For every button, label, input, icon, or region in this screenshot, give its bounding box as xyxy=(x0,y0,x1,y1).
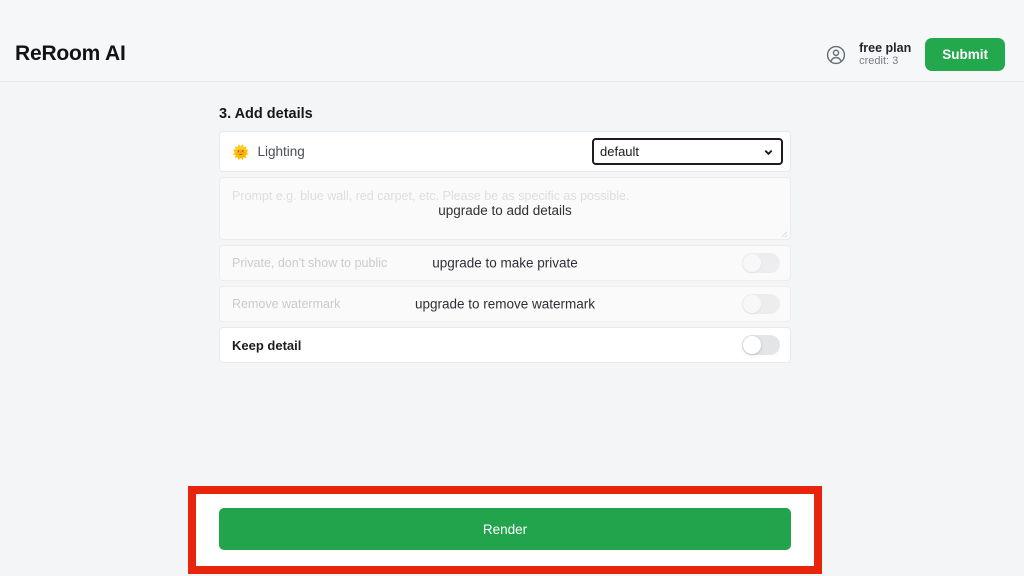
keep-detail-switch[interactable] xyxy=(742,335,780,355)
lighting-select-wrap: default xyxy=(592,138,783,165)
watermark-toggle-knob xyxy=(743,295,761,313)
watermark-toggle-label: Remove watermark xyxy=(232,297,341,311)
lighting-label-group: 🌞 Lighting xyxy=(232,144,305,159)
private-toggle-label: Private, don't show to public xyxy=(232,256,388,270)
page-title: 3. Add details xyxy=(219,106,313,122)
keep-detail-toggle-row: Keep detail xyxy=(219,327,791,363)
private-toggle-switch[interactable] xyxy=(742,253,780,273)
submit-button[interactable]: Submit xyxy=(925,38,1005,71)
render-button[interactable]: Render xyxy=(219,508,791,550)
watermark-toggle-switch[interactable] xyxy=(742,294,780,314)
prompt-placeholder: Prompt e.g. blue wall, red carpet, etc. … xyxy=(232,189,630,203)
details-panel: 🌞 Lighting default Prompt e.g. blue wall… xyxy=(219,131,791,363)
private-toggle-row: Private, don't show to public upgrade to… xyxy=(219,245,791,281)
lighting-select[interactable]: default xyxy=(592,138,783,165)
main-content: 3. Add details 🌞 Lighting default Prompt… xyxy=(0,82,1024,576)
private-toggle-knob xyxy=(743,254,761,272)
lighting-label: Lighting xyxy=(257,144,305,159)
lighting-row: 🌞 Lighting default xyxy=(219,131,791,172)
sun-icon: 🌞 xyxy=(232,143,250,160)
keep-detail-label: Keep detail xyxy=(232,337,302,353)
user-circle-icon[interactable] xyxy=(825,44,847,66)
header-actions: free plan credit: 3 Submit xyxy=(825,38,1005,71)
app-logo: ReRoom AI xyxy=(15,42,126,65)
keep-detail-knob xyxy=(743,336,761,354)
prompt-field[interactable]: Prompt e.g. blue wall, red carpet, etc. … xyxy=(219,177,791,240)
plan-info: free plan credit: 3 xyxy=(859,41,911,68)
watermark-toggle-row: Remove watermark upgrade to remove water… xyxy=(219,286,791,322)
plan-name: free plan xyxy=(859,40,912,55)
app-header: ReRoom AI free plan credit: 3 Submit xyxy=(0,0,1024,82)
prompt-upgrade-overlay[interactable]: upgrade to add details xyxy=(220,203,790,218)
resize-handle-icon[interactable] xyxy=(779,229,788,238)
plan-credit: credit: 3 xyxy=(859,55,899,68)
